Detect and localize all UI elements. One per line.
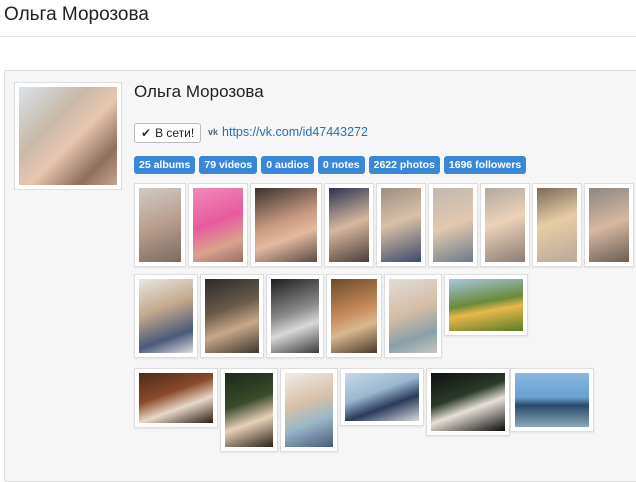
photo-thumbnail[interactable] bbox=[340, 368, 424, 426]
photo-thumbnail[interactable] bbox=[220, 368, 278, 452]
photo-thumbnail[interactable] bbox=[134, 274, 198, 358]
vk-icon: vk bbox=[208, 127, 219, 137]
photo-thumbnail[interactable] bbox=[532, 183, 582, 267]
photo-thumbnail[interactable] bbox=[134, 368, 218, 428]
photo-thumbnail[interactable] bbox=[510, 368, 594, 432]
photo-thumbnail[interactable] bbox=[250, 183, 322, 267]
audios-badge[interactable]: 0 audios bbox=[261, 156, 314, 174]
photo-thumbnail[interactable] bbox=[480, 183, 530, 267]
photo-thumbnail[interactable] bbox=[134, 183, 186, 267]
photo-thumbnail[interactable] bbox=[200, 274, 264, 358]
photo-thumbnail[interactable] bbox=[584, 183, 634, 267]
videos-badge[interactable]: 79 videos bbox=[199, 156, 258, 174]
photo-thumbnail[interactable] bbox=[266, 274, 324, 358]
page-title: Ольга Морозова bbox=[4, 4, 149, 25]
online-status-button[interactable]: ✔ В сети! bbox=[134, 123, 202, 143]
followers-badge[interactable]: 1696 followers bbox=[443, 156, 527, 174]
checkmark-icon: ✔ bbox=[141, 126, 152, 140]
divider bbox=[0, 36, 636, 37]
vk-profile-link[interactable]: https://vk.com/id47443272 bbox=[222, 125, 368, 139]
photo-thumbnail[interactable] bbox=[326, 274, 382, 358]
photo-thumbnail[interactable] bbox=[188, 183, 248, 267]
photo-thumbnail[interactable] bbox=[280, 368, 338, 452]
photo-thumbnail[interactable] bbox=[324, 183, 374, 267]
online-status-label: В сети! bbox=[155, 126, 195, 140]
photo-thumbnail[interactable] bbox=[376, 183, 426, 267]
vk-profile-link-row: vk https://vk.com/id47443272 bbox=[208, 125, 368, 139]
photo-thumbnail[interactable] bbox=[444, 274, 528, 336]
photo-thumbnail[interactable] bbox=[428, 183, 478, 267]
notes-badge[interactable]: 0 notes bbox=[317, 156, 365, 174]
photos-badge[interactable]: 2622 photos bbox=[368, 156, 440, 174]
avatar[interactable] bbox=[14, 82, 122, 190]
profile-name: Ольга Морозова bbox=[134, 82, 264, 101]
stats-badges: 25 albums 79 videos 0 audios 0 notes 262… bbox=[134, 156, 527, 174]
photo-thumbnail[interactable] bbox=[426, 368, 510, 436]
photo-thumbnail[interactable] bbox=[384, 274, 442, 358]
albums-badge[interactable]: 25 albums bbox=[134, 156, 196, 174]
